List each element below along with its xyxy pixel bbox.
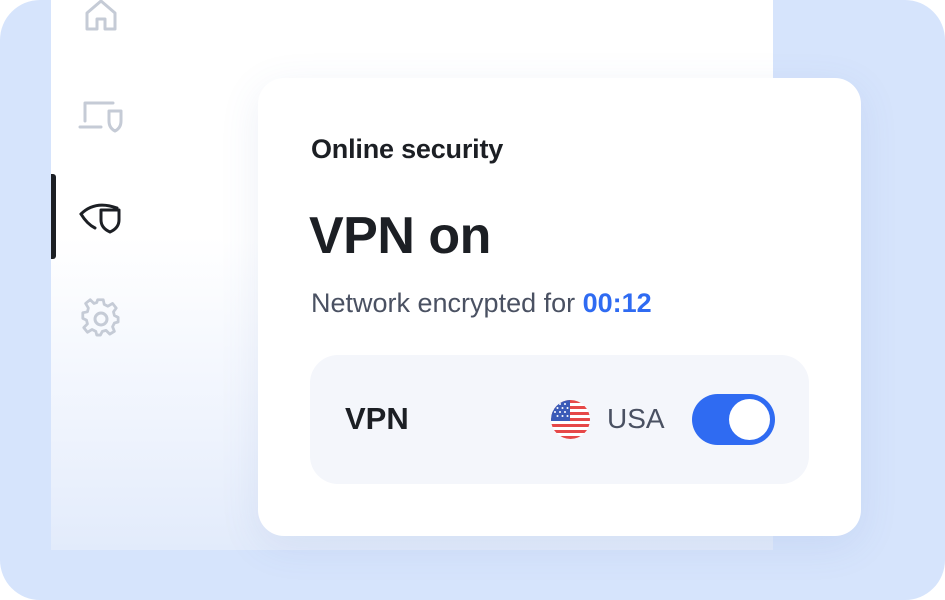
nav-item-home[interactable] — [77, 0, 125, 39]
nav-item-device-security[interactable] — [77, 91, 125, 139]
laptop-shield-icon — [78, 101, 123, 133]
gear-icon — [81, 298, 120, 337]
nav-item-settings[interactable] — [77, 295, 125, 343]
nav-item-online-security[interactable] — [77, 192, 125, 240]
vpn-toggle-knob — [729, 399, 770, 440]
eye-shield-icon — [79, 203, 121, 234]
encryption-status: Network encrypted for 00:12 — [311, 288, 652, 319]
app-frame: Online security VPN on Network encrypted… — [0, 0, 945, 600]
vpn-status-title: VPN on — [309, 207, 491, 265]
card-eyebrow: Online security — [311, 134, 504, 164]
online-security-card: Online security VPN on Network encrypted… — [258, 78, 861, 536]
vpn-label: VPN — [345, 401, 409, 436]
encryption-timer: 00:12 — [582, 288, 652, 318]
nav-rail — [51, 0, 151, 560]
encryption-status-label: Network encrypted for — [311, 288, 583, 318]
vpn-toggle[interactable] — [692, 394, 775, 445]
usa-flag-icon[interactable] — [551, 400, 590, 439]
vpn-row: VPN USA — [310, 355, 809, 484]
active-nav-indicator — [51, 174, 56, 259]
home-icon — [85, 0, 117, 31]
vpn-country[interactable]: USA — [607, 403, 665, 435]
